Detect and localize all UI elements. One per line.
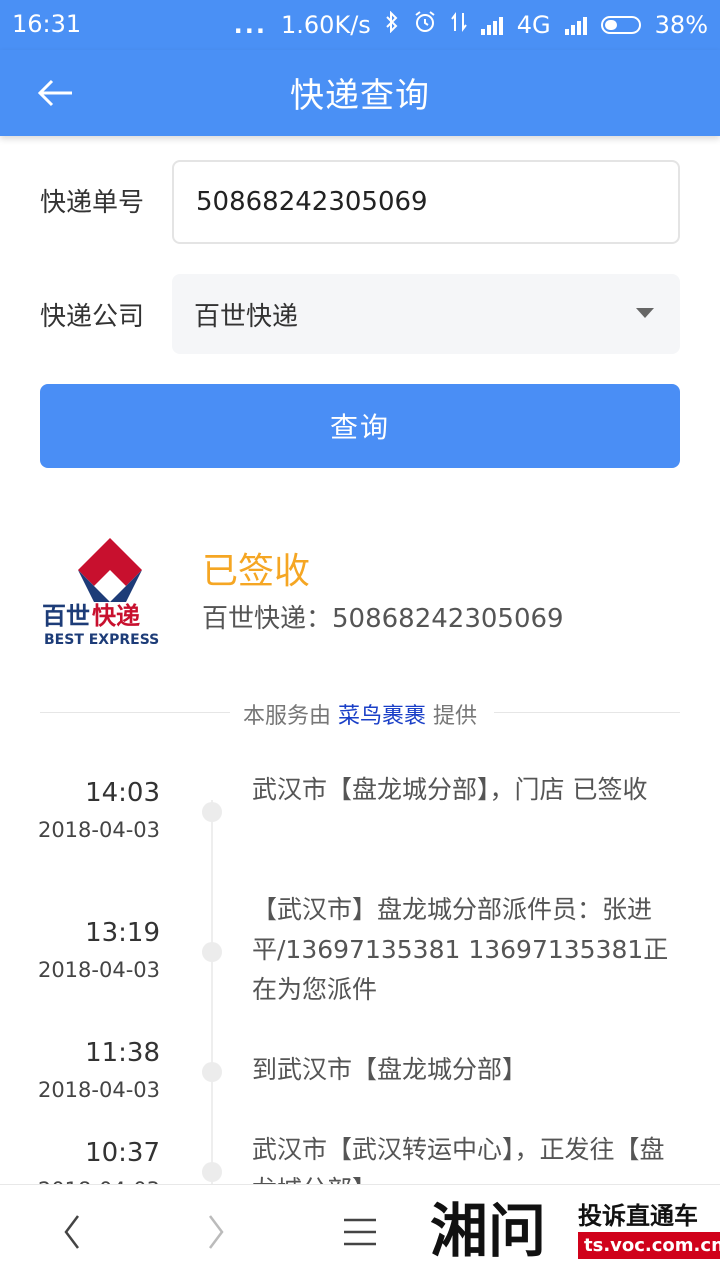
dropdown-caret-icon bbox=[636, 308, 654, 318]
timeline-dot bbox=[202, 1062, 222, 1082]
menu-button[interactable] bbox=[330, 1207, 390, 1257]
provider-prefix: 本服务由 bbox=[242, 704, 331, 729]
network-type: 4G bbox=[516, 11, 551, 39]
timeline-line bbox=[211, 800, 213, 1185]
tracking-number-label: 快递单号 bbox=[40, 188, 145, 218]
company-select[interactable]: 百世快递 bbox=[172, 274, 680, 354]
timeline-text: 武汉市【盘龙城分部】，门店 已签收 bbox=[252, 775, 648, 804]
company-select-value: 百世快递 bbox=[194, 301, 299, 332]
network-speed: 1.60K/s bbox=[281, 11, 371, 39]
nav-back-icon bbox=[64, 1215, 79, 1249]
timeline-dot bbox=[202, 942, 222, 962]
timeline-dot bbox=[202, 802, 222, 822]
svg-text:百世: 百世 bbox=[42, 602, 90, 630]
tracking-number-value: 50868242305069 bbox=[196, 187, 428, 217]
status-dots: ... bbox=[233, 11, 268, 39]
alarm-icon bbox=[413, 10, 437, 40]
timeline-dot bbox=[202, 1162, 222, 1182]
best-express-logo: 百世 快递 BEST EXPRESS bbox=[40, 534, 180, 650]
status-bar: 16:31 ... 1.60K/s 4G 38% bbox=[0, 0, 720, 50]
bluetooth-icon bbox=[385, 10, 399, 39]
timeline-time: 11:38 bbox=[85, 1038, 160, 1068]
company-tracking-line: 百世快递：50868242305069 bbox=[202, 604, 564, 634]
nav-back-button[interactable] bbox=[42, 1207, 102, 1257]
delivery-status: 已签收 bbox=[202, 551, 311, 592]
svg-text:快递: 快递 bbox=[92, 602, 140, 630]
timeline-time: 13:19 bbox=[85, 918, 160, 948]
timeline-date: 2018-04-03 bbox=[37, 958, 160, 982]
page-title: 快递查询 bbox=[290, 76, 430, 116]
signal-icon bbox=[480, 15, 503, 35]
timeline-time: 14:03 bbox=[85, 778, 160, 808]
provider-link[interactable]: 菜鸟裹裹 bbox=[338, 704, 426, 729]
nav-forward-icon bbox=[209, 1215, 224, 1249]
watermark-site: ts.voc.com.cn bbox=[578, 1232, 720, 1259]
timeline-text: 【武汉市】盘龙城分部派件员：张进平/13697135381 1369713538… bbox=[252, 895, 669, 1004]
service-provider-note: 本服务由 菜鸟裹裹 提供 bbox=[0, 698, 720, 730]
svg-text:BEST EXPRESS: BEST EXPRESS bbox=[44, 632, 159, 648]
watermark-slogan: 投诉直通车 bbox=[578, 1202, 698, 1230]
provider-suffix: 提供 bbox=[433, 704, 478, 729]
query-button[interactable]: 查询 bbox=[40, 384, 680, 468]
timeline-text: 到武汉市【盘龙城分部】 bbox=[252, 1055, 528, 1084]
app-header: 快递查询 bbox=[0, 50, 720, 136]
watermark: 湘问 投诉直通车 ts.voc.com.cn bbox=[430, 1184, 720, 1280]
timeline-time: 10:37 bbox=[85, 1138, 160, 1168]
timeline-date: 2018-04-03 bbox=[37, 818, 160, 842]
tracking-number-input[interactable]: 50868242305069 bbox=[172, 160, 680, 244]
company-label: 快递公司 bbox=[40, 302, 145, 332]
status-time: 16:31 bbox=[12, 10, 82, 38]
menu-icon bbox=[344, 1218, 376, 1246]
watermark-logo: 湘问 bbox=[430, 1197, 547, 1265]
signal-icon-2 bbox=[564, 15, 587, 35]
nav-forward-button[interactable] bbox=[186, 1207, 246, 1257]
timeline-date: 2018-04-03 bbox=[37, 1078, 160, 1102]
battery-percent: 38% bbox=[654, 11, 708, 39]
data-transfer-icon bbox=[450, 11, 467, 39]
battery-icon bbox=[600, 16, 641, 34]
status-icons: ... 1.60K/s 4G 38% bbox=[234, 10, 708, 40]
